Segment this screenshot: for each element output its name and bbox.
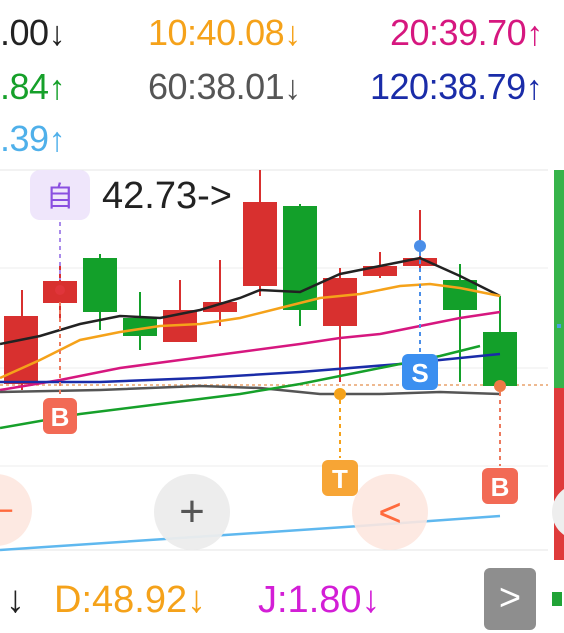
k-indicator: ↓ xyxy=(6,579,25,621)
ma-label: .00↓ xyxy=(0,12,66,53)
price-dot xyxy=(55,285,65,295)
scroll-bar-red[interactable] xyxy=(554,388,564,560)
scroll-marker xyxy=(557,324,561,328)
candle xyxy=(283,206,317,310)
ma-row-1: .00↓ 10:40.08↓ 20:39.70↑ xyxy=(0,10,564,56)
ma10-label: 10:40.08↓ xyxy=(148,12,301,53)
kdj-indicator-row: ↓ D:48.92↓ J:1.80↓ xyxy=(0,574,564,626)
ma-row-3: .39↑ xyxy=(0,116,564,162)
sell-dot xyxy=(414,240,426,252)
d-indicator: D:48.92↓ xyxy=(54,579,207,621)
ma20-label: 20:39.70↑ xyxy=(390,12,543,53)
tooltip-icon: 自 xyxy=(46,180,74,213)
candle xyxy=(443,280,477,310)
chevron-right-icon: > xyxy=(498,577,522,619)
candlestick-chart[interactable]: 自 42.73-> B S T B − + < xyxy=(0,168,564,568)
buy-marker-label: B xyxy=(491,472,510,502)
candle xyxy=(483,332,517,386)
t-marker-label: T xyxy=(332,464,348,494)
back-button-glyph: < xyxy=(378,491,401,535)
sell-marker-label: S xyxy=(411,358,428,388)
candle xyxy=(323,278,357,326)
ma120-label: 120:38.79↑ xyxy=(370,66,543,107)
price-label: 42.73-> xyxy=(102,175,232,217)
prev-button-glyph: − xyxy=(0,492,14,530)
chart-canvas[interactable]: 自 42.73-> B S T B − + < xyxy=(0,168,564,568)
buy-dot xyxy=(494,380,506,392)
ma60-label: 60:38.01↓ xyxy=(148,66,301,107)
buy-marker-label: B xyxy=(51,402,70,432)
t-dot xyxy=(334,388,346,400)
j-indicator: J:1.80↓ xyxy=(258,579,381,621)
ma-label: .39↑ xyxy=(0,118,66,159)
ma-label: .84↑ xyxy=(0,66,66,107)
zoom-in-glyph: + xyxy=(179,487,205,536)
ma-row-2: .84↑ 60:38.01↓ 120:38.79↑ xyxy=(0,64,564,110)
side-indicator xyxy=(552,592,562,606)
candle xyxy=(83,258,117,312)
next-button[interactable]: > xyxy=(484,568,536,630)
scroll-bar-green[interactable] xyxy=(554,170,564,388)
candle xyxy=(243,202,277,286)
